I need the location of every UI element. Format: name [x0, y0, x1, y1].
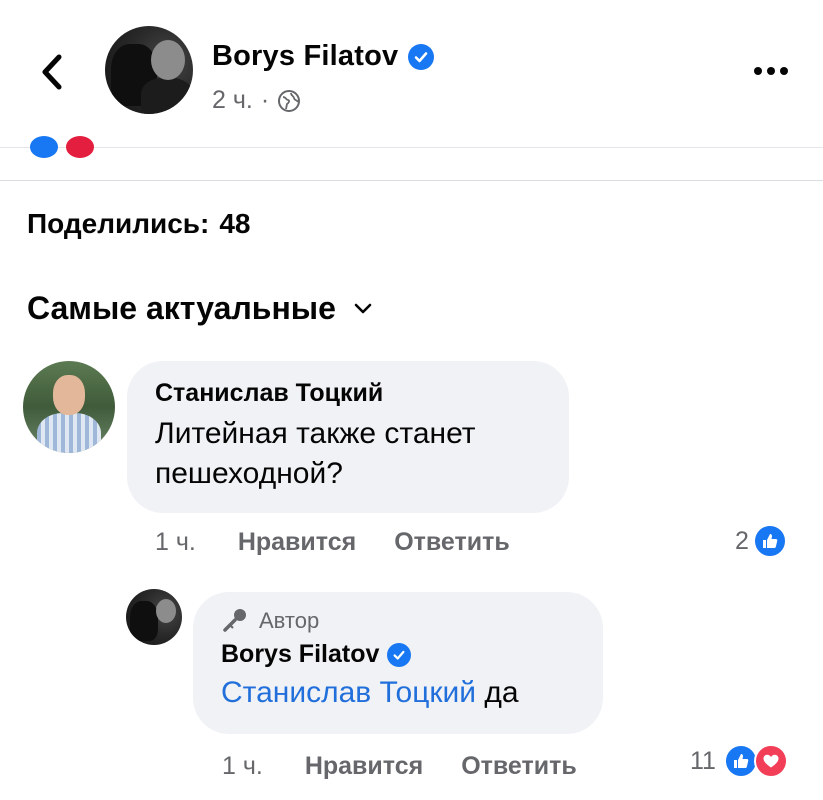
comment-sort-dropdown[interactable]: Самые актуальные	[27, 290, 372, 327]
reply-time[interactable]: 1 ч.	[222, 752, 263, 781]
back-button[interactable]	[30, 50, 74, 94]
reply-button[interactable]: Ответить	[394, 528, 510, 557]
comment-time[interactable]: 1 ч.	[155, 528, 196, 557]
reply-button[interactable]: Ответить	[461, 752, 577, 781]
reply-bubble: Автор Borys Filatov Станислав Тоцкий да	[193, 592, 603, 734]
comment-actions: 1 ч. Нравится Ответить	[155, 528, 510, 557]
commenter-avatar[interactable]	[23, 361, 115, 453]
microphone-icon	[223, 609, 246, 632]
chevron-left-icon	[42, 54, 62, 90]
reply-author: Borys Filatov	[221, 640, 380, 668]
reaction-count: 11	[690, 746, 716, 775]
more-icon	[754, 67, 762, 75]
love-reaction-icon	[66, 136, 94, 158]
more-options-button[interactable]	[748, 56, 794, 86]
reaction-count: 2	[735, 526, 749, 555]
like-button[interactable]: Нравится	[238, 528, 356, 557]
reply-actions: 1 ч. Нравится Ответить	[222, 752, 577, 781]
like-button[interactable]: Нравится	[305, 752, 423, 781]
love-reaction-icon	[753, 744, 788, 778]
author-badge-label: Автор	[259, 608, 320, 633]
like-reaction-icon	[30, 136, 58, 158]
reply-text-line: Станислав Тоцкий да	[221, 673, 575, 713]
mention-link[interactable]: Станислав Тоцкий	[221, 676, 476, 709]
author-avatar[interactable]	[105, 26, 193, 114]
author-name: Borys Filatov	[212, 40, 399, 72]
sort-label: Самые актуальные	[27, 290, 336, 326]
comment-bubble: Станислав Тоцкий Литейная также станет п…	[127, 361, 569, 513]
chevron-down-icon	[354, 303, 372, 313]
meta-separator: ·	[260, 86, 270, 114]
post-meta: 2 ч. ·	[212, 86, 301, 115]
post-time[interactable]: 2 ч.	[212, 86, 253, 115]
shares-number: 48	[219, 208, 251, 239]
author-name-link[interactable]: Borys Filatov	[212, 40, 435, 73]
reply-author-link[interactable]: Borys Filatov	[221, 640, 575, 669]
reaction-summary[interactable]: 11	[690, 744, 788, 778]
comment-author[interactable]: Станислав Тоцкий	[155, 379, 541, 408]
reaction-summary[interactable]: 2	[735, 524, 787, 558]
shares-label: Поделились:	[27, 208, 210, 239]
shares-count[interactable]: Поделились: 48	[27, 208, 250, 240]
reply-text: да	[484, 676, 519, 709]
like-reaction-icon	[723, 744, 758, 778]
divider	[0, 180, 823, 181]
verified-badge-icon	[408, 43, 435, 70]
globe-icon	[278, 89, 301, 112]
author-badge: Автор	[221, 608, 575, 634]
verified-badge-icon	[387, 642, 412, 667]
reply-author-avatar[interactable]	[126, 589, 182, 645]
post-header: Borys Filatov 2 ч. ·	[0, 0, 823, 148]
reactions-row-peek	[0, 136, 823, 158]
like-reaction-icon	[752, 524, 787, 558]
comment-text: Литейная также станет пешеходной?	[155, 417, 476, 490]
